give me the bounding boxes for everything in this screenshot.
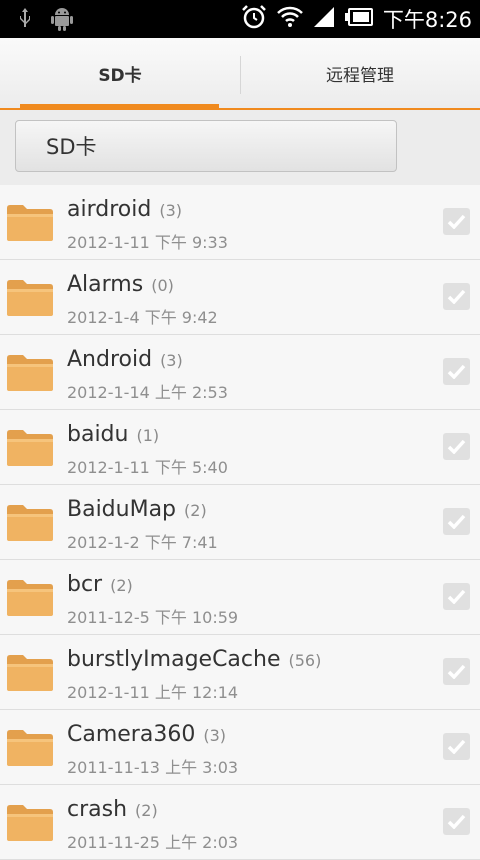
check-icon [447, 514, 466, 529]
select-checkbox[interactable] [443, 433, 470, 460]
item-count: (2) [135, 801, 158, 820]
file-name: Camera360 [67, 722, 196, 747]
check-icon [447, 664, 466, 679]
item-count: (56) [288, 651, 322, 670]
list-item[interactable]: baidu (1) 2012-1-11 下午 5:40 [0, 410, 480, 485]
path-bar: SD卡 [0, 110, 480, 186]
item-count: (0) [151, 276, 174, 295]
alarm-icon [241, 4, 267, 34]
usb-icon [18, 8, 32, 34]
status-bar: 下午8:26 [0, 0, 480, 38]
folder-icon [7, 580, 53, 616]
modified-date: 2011-12-5 下午 10:59 [67, 608, 239, 627]
select-checkbox[interactable] [443, 583, 470, 610]
file-name: Alarms [67, 272, 144, 297]
select-checkbox[interactable] [443, 208, 470, 235]
file-list: airdroid (3) 2012-1-11 下午 9:33 Alarms (0) … [0, 185, 480, 860]
check-icon [447, 289, 466, 304]
modified-date: 2011-11-13 上午 3:03 [67, 758, 239, 777]
android-icon [50, 6, 74, 36]
check-icon [447, 439, 466, 454]
modified-date: 2012-1-11 下午 5:40 [67, 458, 228, 477]
tab-bar: SD卡 远程管理 [0, 38, 480, 110]
list-item[interactable]: Android (3) 2012-1-14 上午 2:53 [0, 335, 480, 410]
select-checkbox[interactable] [443, 733, 470, 760]
folder-icon [7, 805, 53, 841]
file-name: baidu [67, 422, 129, 447]
select-checkbox[interactable] [443, 283, 470, 310]
select-checkbox[interactable] [443, 658, 470, 685]
path-button[interactable]: SD卡 [15, 120, 397, 172]
folder-icon [7, 505, 53, 541]
list-item[interactable]: bcr (2) 2011-12-5 下午 10:59 [0, 560, 480, 635]
folder-icon [7, 355, 53, 391]
list-item[interactable]: burstlyImageCache (56) 2012-1-11 上午 12:14 [0, 635, 480, 710]
folder-icon [7, 205, 53, 241]
file-name: bcr [67, 572, 103, 597]
modified-date: 2012-1-11 上午 12:14 [67, 683, 239, 702]
file-name: Android [67, 347, 153, 372]
tab-selected-indicator [20, 104, 219, 108]
file-name: burstlyImageCache [67, 647, 281, 672]
item-count: (1) [136, 426, 160, 445]
signal-icon [313, 6, 335, 32]
select-checkbox[interactable] [443, 808, 470, 835]
clock-time: 下午8:26 [382, 8, 472, 32]
tab-sd-card[interactable]: SD卡 [0, 38, 240, 108]
battery-icon [344, 8, 373, 30]
tab-remote-management[interactable]: 远程管理 [240, 38, 480, 108]
modified-date: 2012-1-4 下午 9:42 [67, 308, 218, 327]
file-name: airdroid [67, 197, 152, 222]
list-item[interactable]: Camera360 (3) 2011-11-13 上午 3:03 [0, 710, 480, 785]
item-count: (3) [160, 351, 183, 370]
list-item[interactable]: BaiduMap (2) 2012-1-2 下午 7:41 [0, 485, 480, 560]
check-icon [447, 214, 466, 229]
modified-date: 2012-1-2 下午 7:41 [67, 533, 218, 552]
list-item[interactable]: Alarms (0) 2012-1-4 下午 9:42 [0, 260, 480, 335]
check-icon [447, 739, 466, 754]
folder-icon [7, 655, 53, 691]
item-count: (3) [203, 726, 226, 745]
folder-icon [7, 430, 53, 466]
wifi-icon [276, 6, 303, 32]
list-item[interactable]: crash (2) 2011-11-25 上午 2:03 [0, 785, 480, 860]
check-icon [447, 589, 466, 604]
modified-date: 2012-1-11 下午 9:33 [67, 233, 228, 252]
folder-icon [7, 730, 53, 766]
modified-date: 2012-1-14 上午 2:53 [67, 383, 228, 402]
check-icon [447, 814, 466, 829]
folder-icon [7, 280, 53, 316]
item-count: (3) [159, 201, 182, 220]
list-item[interactable]: airdroid (3) 2012-1-11 下午 9:33 [0, 185, 480, 260]
select-checkbox[interactable] [443, 508, 470, 535]
item-count: (2) [184, 501, 207, 520]
modified-date: 2011-11-25 上午 2:03 [67, 833, 239, 852]
check-icon [447, 364, 466, 379]
file-name: crash [67, 797, 128, 822]
file-name: BaiduMap [67, 497, 177, 522]
select-checkbox[interactable] [443, 358, 470, 385]
item-count: (2) [110, 576, 133, 595]
